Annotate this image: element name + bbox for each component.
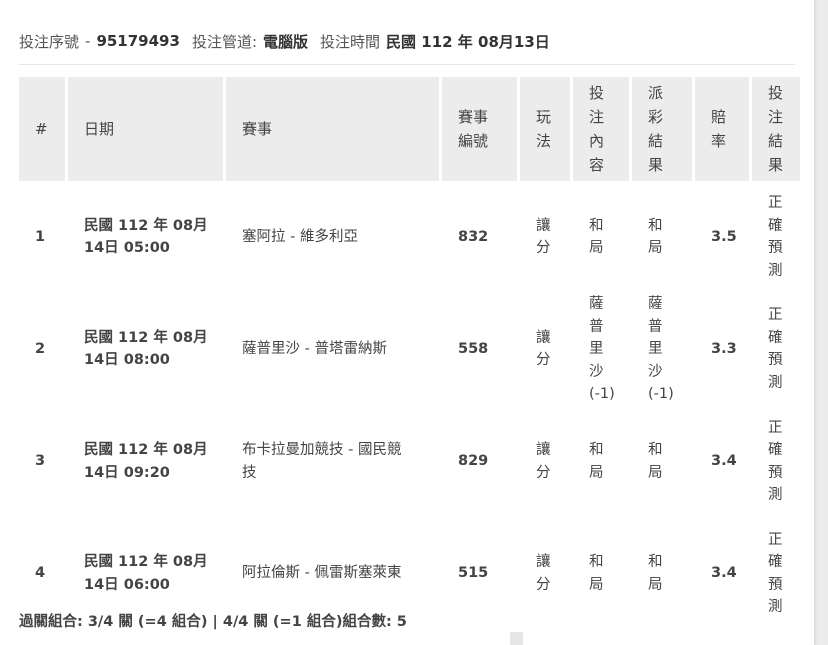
col-header-result: 投 注 結 果 [752, 77, 800, 181]
col-header-no: # [19, 77, 65, 181]
row-date: 民國 112 年 08月 14日 05:00 [84, 217, 208, 257]
row-match-id: 515 [458, 565, 489, 582]
row-result: 正 確 預 測 [768, 307, 783, 391]
row-match: 塞阿拉 - 維多利亞 [242, 228, 358, 245]
combo-summary: 過關組合: 3/4 關 (=4 組合) | 4/4 關 (=1 組合)組合數: … [19, 614, 407, 630]
row-no: 2 [35, 341, 46, 357]
row-bet: 和 局 [589, 442, 604, 481]
table-row: 3 民國 112 年 08月 14日 09:20 布卡拉曼加競技 - 國民競 技… [19, 406, 800, 518]
row-no: 1 [35, 228, 46, 245]
bet-table-wrapper: # 日期 賽事 賽事 編號 玩 法 投 注 內 容 派 彩 結 果 賠 率 投 … [19, 77, 803, 630]
row-bet: 薩 普 里 沙 (-1) [589, 296, 615, 402]
row-date: 民國 112 年 08月 14日 08:00 [84, 329, 208, 369]
row-bet: 和 局 [589, 217, 604, 257]
serial-label: 投注序號 [19, 32, 80, 51]
row-result: 正 確 預 測 [768, 195, 783, 279]
serial-separator: - [85, 32, 91, 50]
row-payout: 和 局 [648, 442, 663, 481]
row-play: 讓 分 [536, 442, 551, 481]
bet-info-line: 投注序號 - 95179493 投注管道: 電腦版 投注時間 民國 112 年 … [19, 28, 550, 54]
col-header-odds: 賠 率 [695, 77, 749, 181]
row-match: 布卡拉曼加競技 - 國民競 技 [242, 442, 402, 481]
col-header-match: 賽事 [226, 77, 439, 181]
row-play: 讓 分 [536, 554, 551, 593]
row-match: 薩普里沙 - 普塔雷納斯 [242, 341, 387, 357]
table-header-row: # 日期 賽事 賽事 編號 玩 法 投 注 內 容 派 彩 結 果 賠 率 投 … [19, 77, 800, 181]
col-header-payout: 派 彩 結 果 [632, 77, 692, 181]
time-label: 投注時間 [320, 32, 381, 51]
row-odds: 3.3 [711, 341, 737, 357]
row-payout: 和 局 [648, 217, 663, 257]
row-odds: 3.4 [711, 453, 737, 470]
table-row: 1 民國 112 年 08月 14日 05:00 塞阿拉 - 維多利亞 832 … [19, 181, 800, 293]
col-header-match-id: 賽事 編號 [442, 77, 517, 181]
row-bet: 和 局 [589, 554, 604, 593]
col-header-bet: 投 注 內 容 [573, 77, 629, 181]
col-header-play: 玩 法 [520, 77, 570, 181]
row-play: 讓 分 [536, 217, 551, 257]
row-result: 正 確 預 測 [768, 419, 783, 504]
row-play: 讓 分 [536, 329, 551, 369]
row-match-id: 829 [458, 453, 489, 470]
bet-detail-card: 投注序號 - 95179493 投注管道: 電腦版 投注時間 民國 112 年 … [0, 0, 814, 645]
row-result: 正 確 預 測 [768, 531, 783, 616]
channel-label: 投注管道: [191, 32, 257, 51]
divider [19, 64, 795, 65]
scroll-stub [510, 632, 523, 645]
row-odds: 3.5 [711, 228, 737, 245]
row-payout: 和 局 [648, 554, 663, 593]
channel-value: 電腦版 [263, 32, 309, 51]
serial-value: 95179493 [96, 32, 180, 50]
bet-table: # 日期 賽事 賽事 編號 玩 法 投 注 內 容 派 彩 結 果 賠 率 投 … [16, 77, 803, 630]
row-payout: 薩 普 里 沙 (-1) [648, 296, 674, 402]
table-row: 2 民國 112 年 08月 14日 08:00 薩普里沙 - 普塔雷納斯 55… [19, 293, 800, 406]
row-no: 3 [35, 453, 46, 470]
col-header-date: 日期 [68, 77, 223, 181]
row-match-id: 832 [458, 228, 489, 245]
row-odds: 3.4 [711, 565, 737, 582]
time-value: 民國 112 年 08月13日 [386, 32, 550, 51]
row-date: 民國 112 年 08月 14日 09:20 [84, 442, 208, 481]
row-match-id: 558 [458, 341, 489, 357]
